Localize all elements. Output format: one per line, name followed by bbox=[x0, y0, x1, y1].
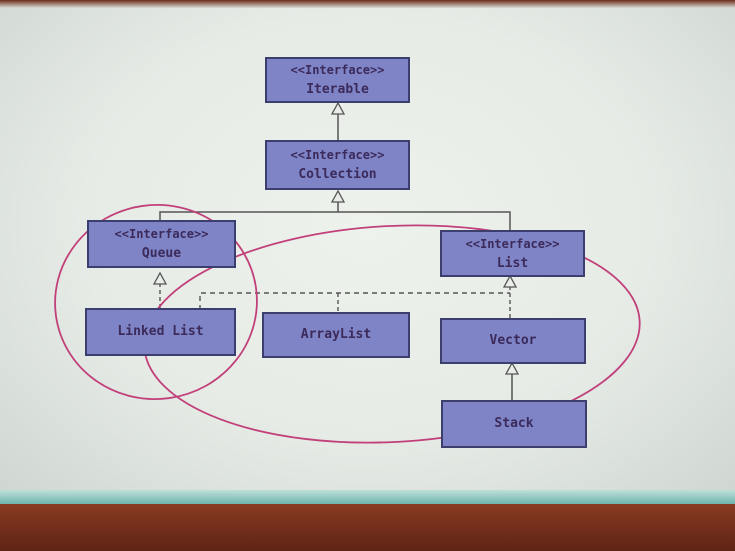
arrowhead-iterable bbox=[330, 101, 346, 115]
iterable-label: Iterable bbox=[306, 82, 369, 97]
iterable-stereotype: <<Interface>> bbox=[290, 63, 385, 77]
collection-label: Collection bbox=[298, 167, 377, 182]
queue-stereotype: <<Interface>> bbox=[114, 227, 209, 241]
vector-class-box: Vector bbox=[440, 318, 586, 364]
arrowhead-list bbox=[502, 274, 518, 288]
stack-label: Stack bbox=[494, 416, 534, 431]
arrowhead-collection bbox=[330, 189, 346, 203]
list-interface-box: <<Interface>> List bbox=[440, 230, 585, 277]
list-label: List bbox=[496, 255, 529, 271]
stack-class-box: Stack bbox=[441, 400, 587, 448]
dashed-realization-line bbox=[199, 292, 510, 310]
collection-stereotype: <<Interface>> bbox=[290, 148, 385, 162]
queue-label: Queue bbox=[141, 246, 182, 261]
arrowhead-vector bbox=[504, 361, 520, 375]
collection-interface-box: <<Interface>> Collection bbox=[265, 140, 410, 190]
linkedlist-class-box: Linked List bbox=[85, 308, 236, 356]
linkedlist-label: Linked List bbox=[117, 324, 204, 339]
queue-interface-box: <<Interface>> Queue bbox=[87, 220, 236, 268]
vector-label: Vector bbox=[489, 333, 537, 348]
arraylist-label: ArrayList bbox=[300, 327, 372, 342]
arrowhead-queue bbox=[152, 271, 168, 285]
arraylist-class-box: ArrayList bbox=[262, 312, 410, 358]
list-stereotype: <<Interface>> bbox=[465, 236, 560, 251]
iterable-interface-box: <<Interface>> Iterable bbox=[265, 57, 410, 103]
